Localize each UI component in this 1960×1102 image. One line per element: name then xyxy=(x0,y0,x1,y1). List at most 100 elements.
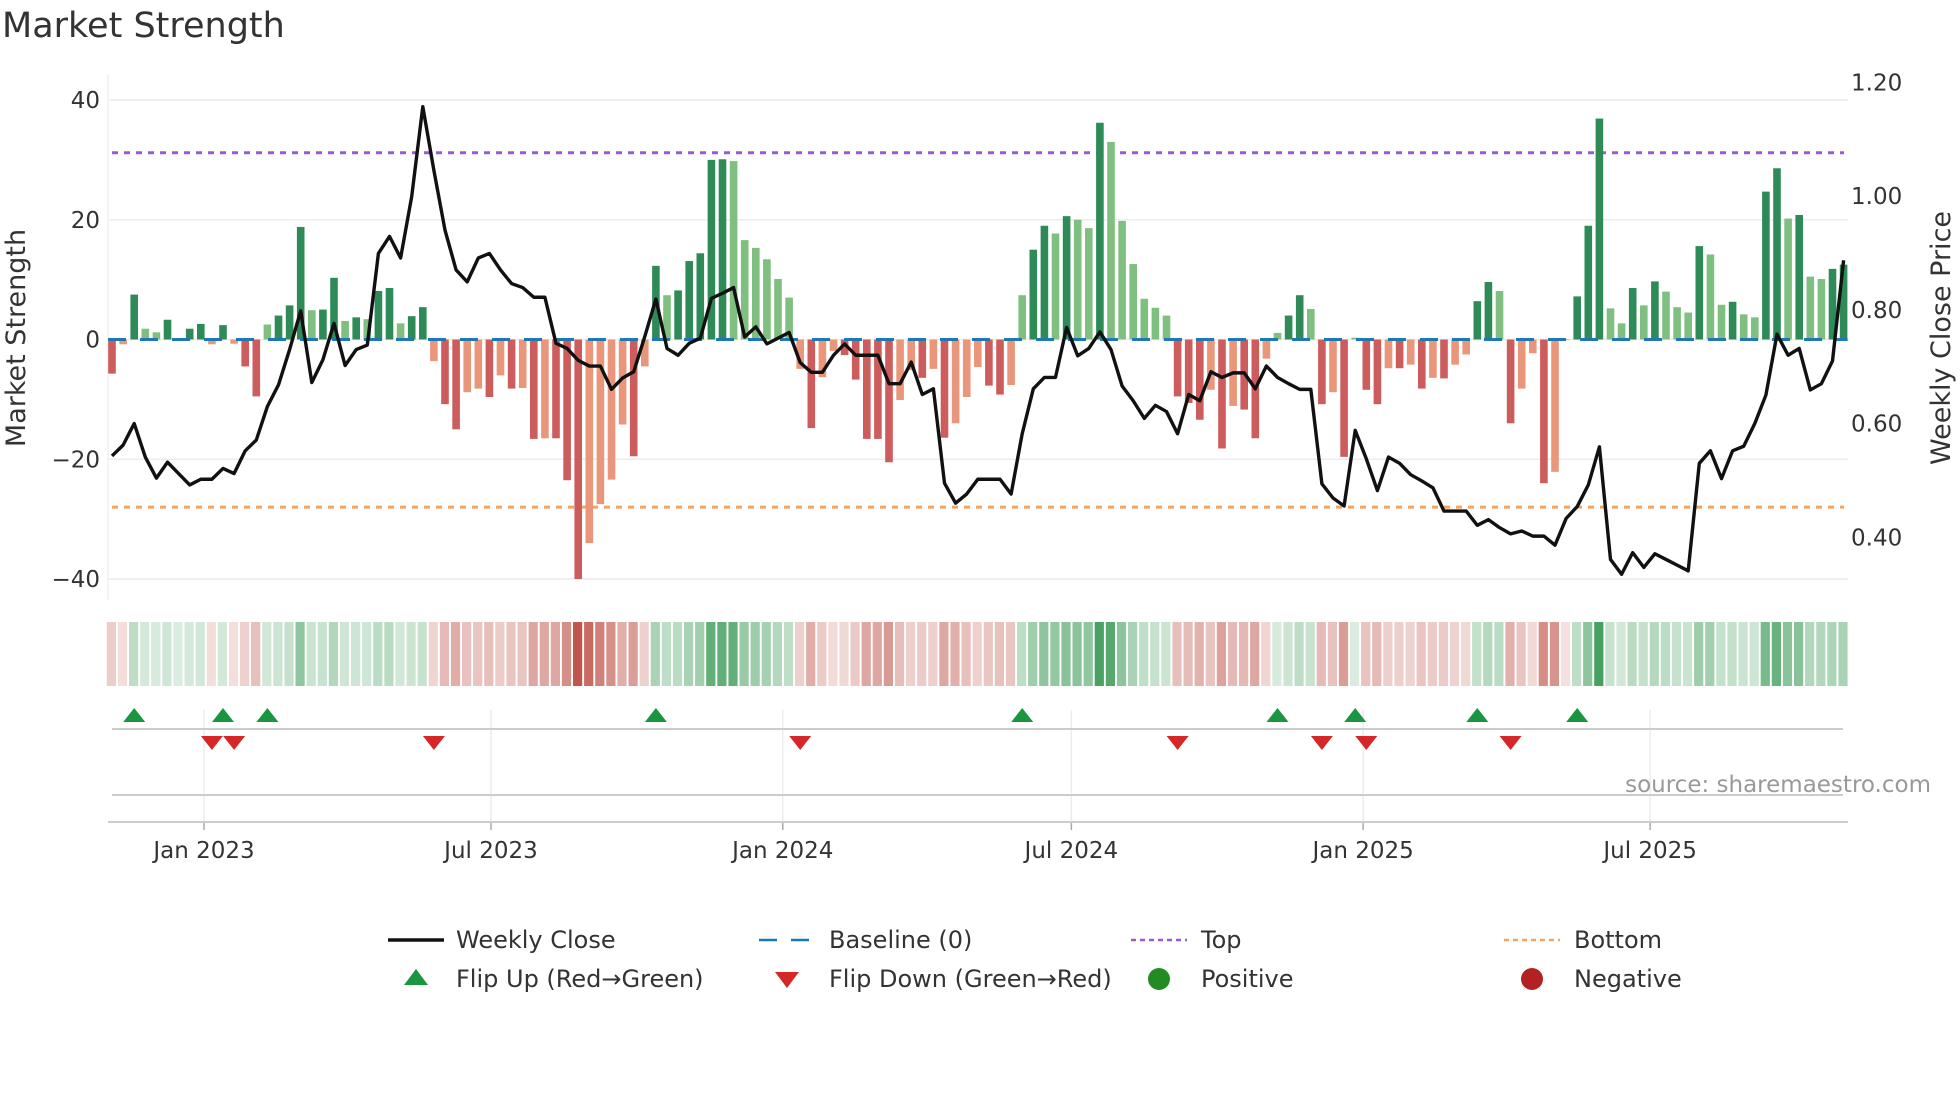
flip-down-marker xyxy=(789,736,812,750)
heat-cell xyxy=(228,622,239,686)
heat-cell xyxy=(262,622,272,686)
bar-negative xyxy=(596,339,605,505)
heat-cell xyxy=(406,622,416,686)
bar-positive xyxy=(1040,225,1049,340)
bar-positive xyxy=(352,317,360,340)
x-axis: Jan 2023 Jul 2023 Jan 2024 Jul 2024 Jan 2025… xyxy=(108,821,1848,864)
heat-cell xyxy=(917,622,927,686)
bar-positive xyxy=(1762,191,1770,340)
bar-positive xyxy=(685,261,693,340)
heat-cell xyxy=(639,622,649,686)
heat-cell xyxy=(395,622,405,686)
heat-cell xyxy=(750,622,760,686)
bar-negative xyxy=(962,339,971,397)
heat-cell xyxy=(772,622,782,686)
bar-negative xyxy=(1340,339,1348,457)
bar-negative xyxy=(1451,339,1459,365)
strength-heat-strip xyxy=(106,622,1848,686)
heat-cell xyxy=(1416,622,1426,686)
heat-cell xyxy=(595,622,605,686)
heat-cell xyxy=(351,622,361,686)
bar-negative xyxy=(1318,339,1326,405)
y-right-tick-label: 0.40 xyxy=(1851,525,1902,551)
bar-positive xyxy=(1107,141,1115,340)
heat-cell xyxy=(1527,622,1537,686)
bar-negative xyxy=(1007,339,1015,386)
heat-cell xyxy=(240,622,250,686)
heat-cell xyxy=(894,622,905,686)
bar-negative xyxy=(441,339,449,405)
bar-negative xyxy=(1517,339,1526,389)
heat-cell xyxy=(672,622,683,686)
bar-positive xyxy=(729,161,738,340)
heat-cell xyxy=(972,622,982,686)
heat-cell xyxy=(484,622,494,686)
bar-positive xyxy=(319,309,327,340)
heat-cell xyxy=(1505,622,1515,686)
heat-cell xyxy=(1738,622,1748,686)
heat-cell xyxy=(806,622,816,686)
heat-cell xyxy=(861,622,871,686)
heat-cell xyxy=(1838,622,1848,686)
bar-positive xyxy=(1706,254,1715,340)
bar-negative xyxy=(940,339,949,438)
heat-cell xyxy=(517,622,527,686)
bar-positive xyxy=(1817,279,1826,340)
heat-cell xyxy=(1194,622,1204,686)
bar-positive xyxy=(1484,282,1493,340)
bar-negative xyxy=(563,339,571,481)
bar-negative xyxy=(851,339,860,380)
heat-cell xyxy=(661,622,671,686)
heat-cell xyxy=(584,622,594,686)
y-axis-label-left: Market Strength xyxy=(1,229,32,447)
y-axis-right: 1.20 1.00 0.80 0.60 0.40 xyxy=(1851,70,1902,551)
bar-positive xyxy=(1307,308,1315,340)
bar-negative xyxy=(585,339,594,544)
heat-cell xyxy=(1383,622,1393,686)
legend-item: Flip Down (Green→Red) xyxy=(775,965,1112,993)
heat-cell xyxy=(906,622,916,686)
bar-positive xyxy=(396,323,405,340)
bar-negative xyxy=(1395,339,1404,369)
y-right-tick-label: 0.80 xyxy=(1851,298,1902,324)
bar-negative xyxy=(574,339,582,579)
bar-positive xyxy=(1695,246,1704,340)
x-tick-label: Jan 2025 xyxy=(1310,838,1413,864)
bar-negative xyxy=(541,339,549,439)
bar-negative xyxy=(1262,339,1271,359)
bar-negative xyxy=(918,339,927,378)
heat-cell xyxy=(1239,622,1249,686)
bar-negative xyxy=(108,339,116,374)
heat-cell xyxy=(206,622,216,686)
bar-positive xyxy=(1751,317,1759,340)
heat-cell xyxy=(1483,622,1493,686)
heat-cell xyxy=(1028,622,1038,686)
flip-up-marker xyxy=(256,708,279,722)
bar-positive xyxy=(407,316,416,340)
flip-down-marker xyxy=(223,736,246,750)
heat-cell xyxy=(1116,622,1127,686)
heat-cell xyxy=(950,622,960,686)
bar-positive xyxy=(1784,218,1792,340)
flip-down-marker xyxy=(1355,736,1378,750)
legend-item: Top xyxy=(1131,926,1242,954)
x-tick-label: Jul 2024 xyxy=(1023,838,1119,864)
heat-cell xyxy=(1572,622,1582,686)
bar-positive xyxy=(1085,228,1093,340)
bar-positive xyxy=(1773,168,1781,340)
legend-item: Negative xyxy=(1521,965,1682,993)
bar-negative xyxy=(885,339,893,463)
heat-cell xyxy=(1261,622,1271,686)
bar-positive xyxy=(1806,276,1815,340)
heat-cell xyxy=(1805,622,1815,686)
heat-cell xyxy=(1128,622,1138,686)
bar-negative xyxy=(1218,339,1226,449)
bar-positive xyxy=(1029,249,1038,340)
circle-icon xyxy=(1148,968,1170,990)
y-right-tick-label: 1.00 xyxy=(1851,184,1902,210)
heat-cell xyxy=(1150,622,1160,686)
heat-cell xyxy=(1294,622,1304,686)
flip-down-marker xyxy=(1310,736,1333,750)
bar-positive xyxy=(1584,225,1593,340)
bar-positive xyxy=(141,328,150,340)
